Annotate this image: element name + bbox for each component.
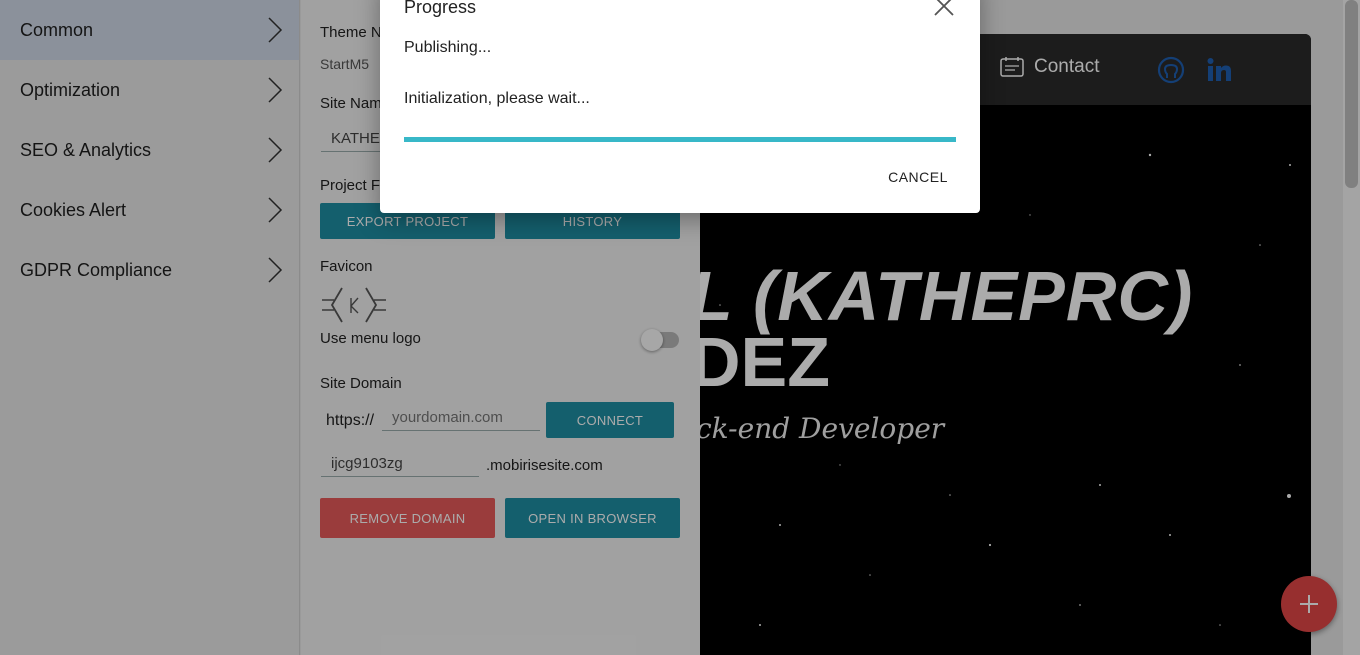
close-icon[interactable] [932, 0, 956, 18]
dialog-status: Publishing... [404, 39, 492, 56]
dialog-title: Progress [404, 0, 477, 17]
cancel-button[interactable]: CANCEL [874, 162, 962, 192]
progress-dialog: Progress Publishing... Initialization, p… [380, 0, 980, 213]
progress-bar-fill [404, 137, 956, 142]
dialog-message: Initialization, please wait... [404, 90, 590, 107]
progress-bar [404, 137, 956, 142]
